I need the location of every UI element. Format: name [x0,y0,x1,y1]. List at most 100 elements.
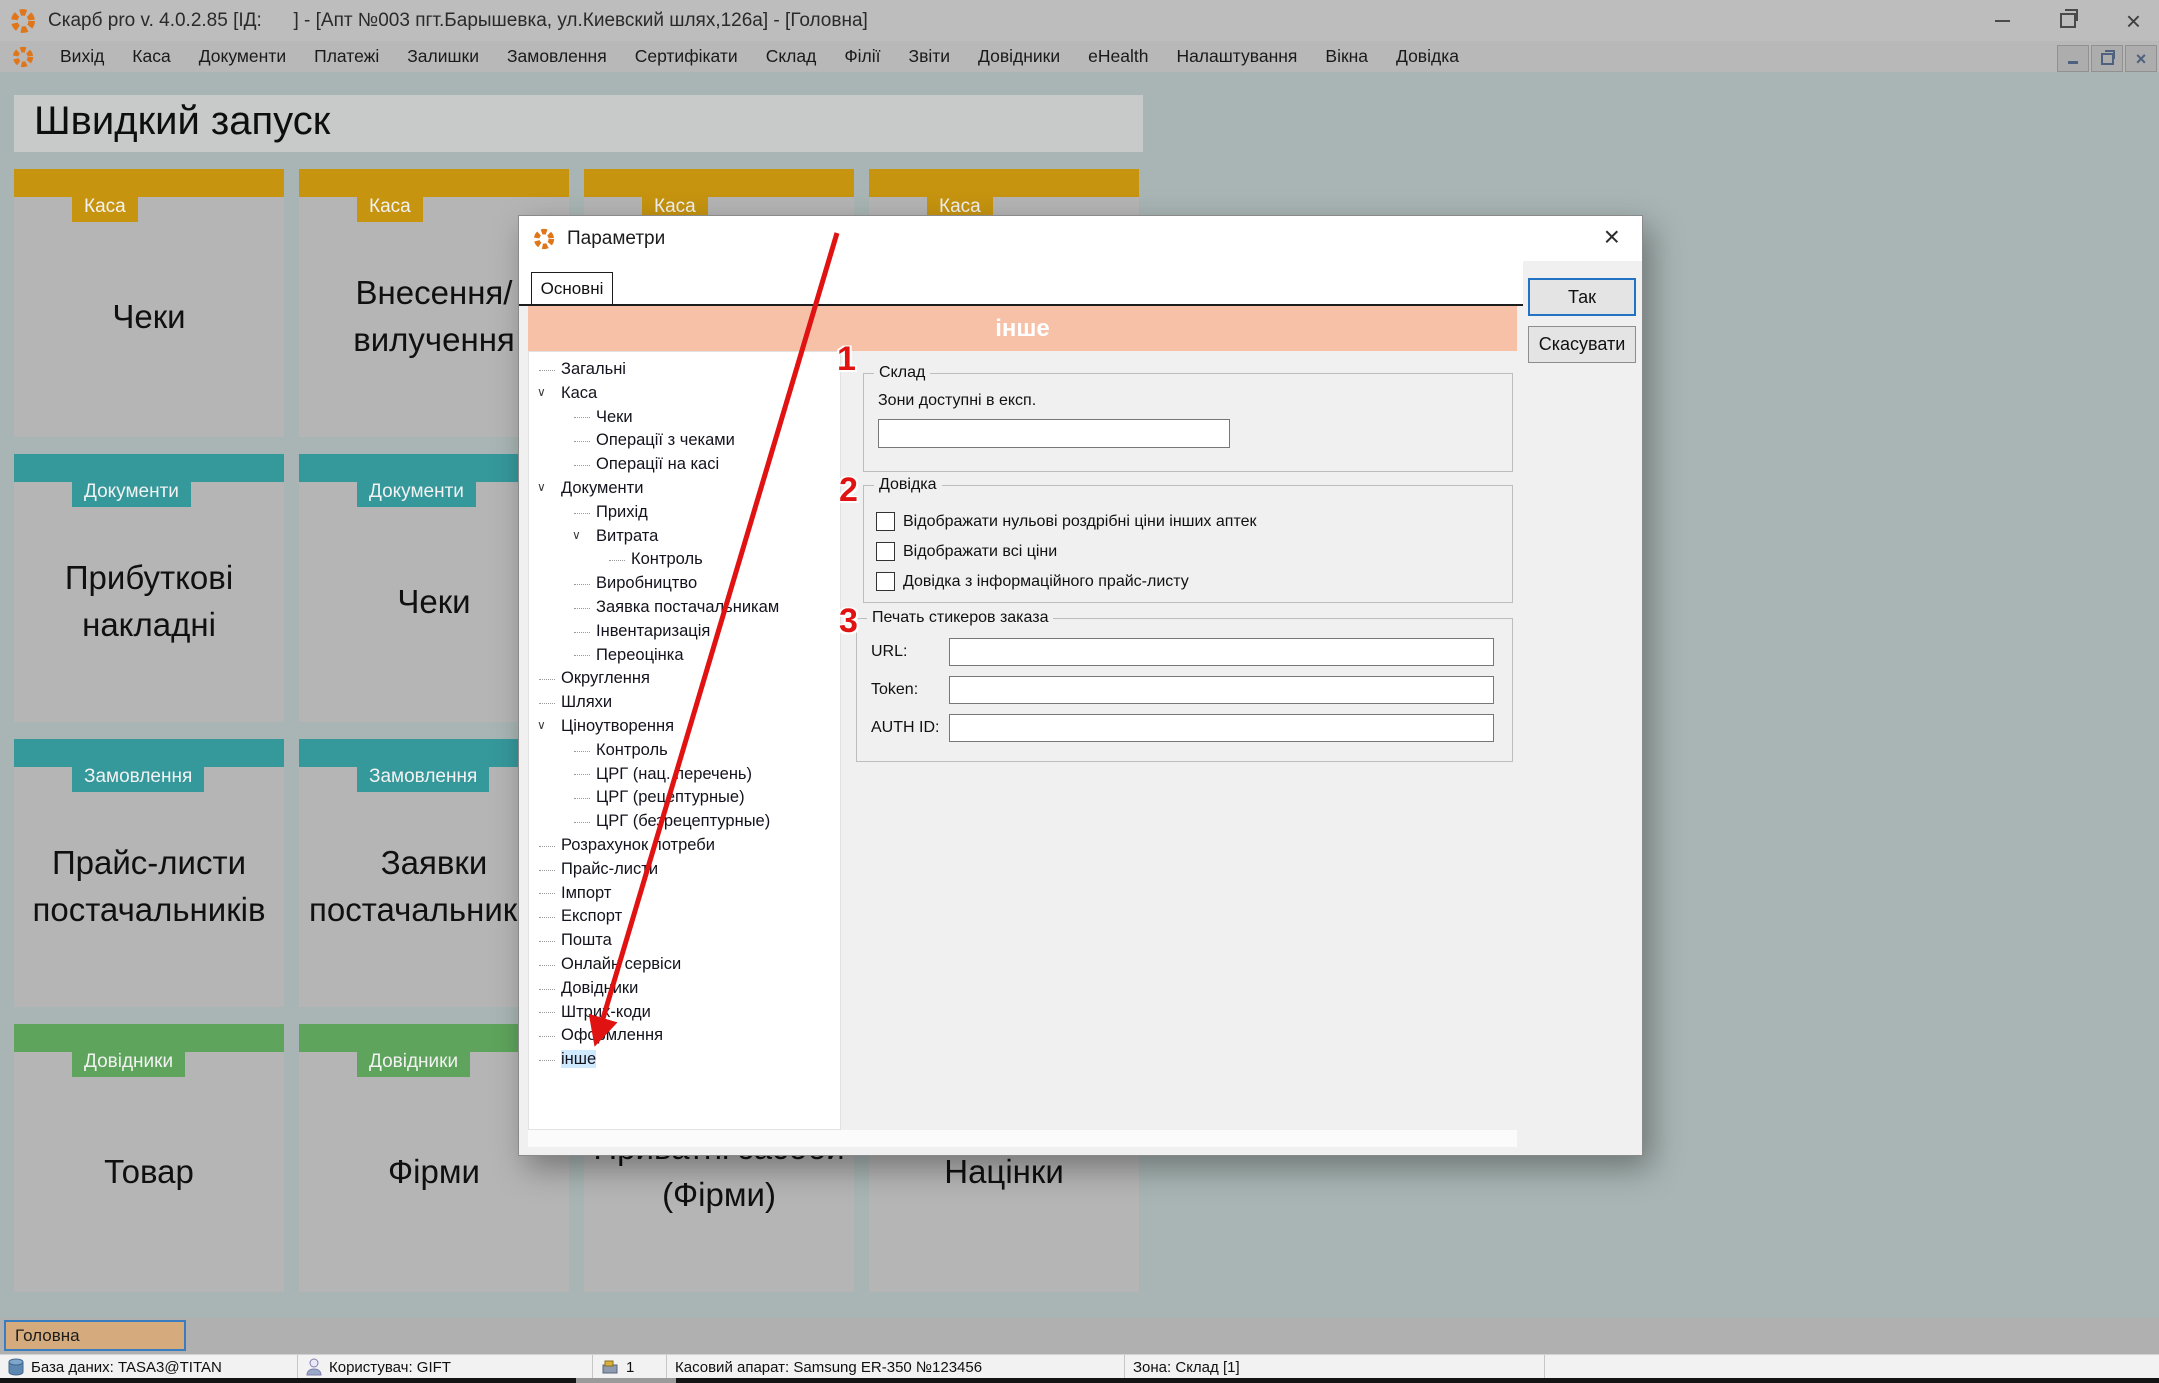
tree-item[interactable]: ∨ Онлайн сервіси [529,953,840,977]
tree-item[interactable]: ∨ Загальні [529,358,840,382]
close-icon[interactable]: × [2126,8,2141,34]
menu-item[interactable]: Замовлення [493,46,621,67]
tree-item[interactable]: ∨ Інвентаризація [529,620,840,644]
tree-item[interactable]: ∨ Виробництво [529,572,840,596]
menu-item[interactable]: Налаштування [1162,46,1311,67]
tree-item-label: Пошта [561,931,612,949]
tree-item[interactable]: ∨ Округлення [529,667,840,691]
restore-icon[interactable] [2060,13,2076,28]
field-row: AUTH ID: [871,713,1512,743]
mdi-minimize-button[interactable] [2057,45,2089,72]
checkbox[interactable] [876,572,895,591]
chevron-down-icon[interactable]: ∨ [537,381,546,405]
tree-item[interactable]: ∨ Імпорт [529,882,840,906]
checkbox-label: Відображати нульові роздрібні ціни інших… [903,513,1256,531]
quick-launch-tile[interactable]: Довідники Товар [14,1024,284,1292]
menu-item[interactable]: Сертифікати [621,46,752,67]
annotation-marker-1: 1 [837,340,856,379]
quick-launch-tile[interactable]: Каса Чеки [14,169,284,437]
quick-launch-tile[interactable]: Замовлення Прайс-листи постачальників [14,739,284,1007]
tree-connector [539,846,555,847]
tree-item[interactable]: ∨ Каса [529,382,840,406]
tree-item[interactable]: ∨ Чеки [529,406,840,430]
menu-item[interactable]: Вікна [1311,46,1382,67]
checkbox[interactable] [876,512,895,531]
dialog-titlebar[interactable]: Параметри × [519,216,1642,261]
tree-item[interactable]: ∨ Довідники [529,977,840,1001]
menu-item[interactable]: Вихід [46,46,118,67]
tree-item[interactable]: ∨ Контроль [529,739,840,763]
menu-item[interactable]: Звіти [895,46,965,67]
mdi-restore-button[interactable] [2091,45,2123,72]
tree-item[interactable]: ∨ Заявка постачальникам [529,596,840,620]
tree-item[interactable]: ∨ Прайс-листи [529,858,840,882]
tree-connector [539,893,555,894]
menu-item[interactable]: Довідка [1382,46,1473,67]
tree-item[interactable]: ∨ Документи [529,477,840,501]
menu-item[interactable]: Склад [752,46,831,67]
status-empty [1545,1355,2159,1379]
menu-item[interactable]: Філії [830,46,894,67]
menu-item[interactable]: Каса [118,46,184,67]
quick-launch-tile[interactable]: Документи Прибуткові накладні [14,454,284,722]
tree-item[interactable]: ∨ Ціноутворення [529,715,840,739]
tree-item[interactable]: ∨ Штрих-коди [529,1001,840,1025]
menu-item[interactable]: eHealth [1074,46,1162,67]
taskbar-edge [0,1378,2159,1383]
dialog-close-icon[interactable]: × [1604,222,1620,252]
checkbox-label: Відображати всі ціни [903,543,1057,561]
tree-item[interactable]: ∨ Операції на касі [529,453,840,477]
tree-item[interactable]: ∨ Контроль [529,548,840,572]
app-logo-icon [10,8,36,34]
menu-item[interactable]: Документи [185,46,300,67]
chevron-down-icon[interactable]: ∨ [572,524,581,548]
tree-item[interactable]: ∨ інше [529,1048,840,1072]
database-icon [8,1358,24,1376]
field-input[interactable] [949,638,1494,666]
tree-connector [574,608,590,609]
menubar: Вихід Каса Документи Платежі Залишки Зам… [0,41,2159,72]
tree-item[interactable]: ∨ Експорт [529,905,840,929]
tile-category-bar [584,169,854,197]
dialog-title: Параметри [567,228,665,250]
tree-item[interactable]: ∨ ЦРГ (безрецептурные) [529,810,840,834]
tree-item[interactable]: ∨ Витрата [529,525,840,549]
field-input[interactable] [949,676,1494,704]
ok-button[interactable]: Так [1528,278,1636,316]
tree-item[interactable]: ∨ Пошта [529,929,840,953]
tree-item[interactable]: ∨ ЦРГ (нац. перечень) [529,763,840,787]
chevron-down-icon[interactable]: ∨ [537,714,546,738]
page-tab-golovna[interactable]: Головна [4,1320,186,1351]
field-input[interactable] [949,714,1494,742]
tree-item[interactable]: ∨ Розрахунок потреби [529,834,840,858]
tab-osnovni[interactable]: Основні [531,272,613,304]
tree-item-label: ЦРГ (нац. перечень) [596,765,752,783]
status-text: База даних: TASA3@TITAN [31,1359,222,1376]
tree-item[interactable]: ∨ Операції з чеками [529,429,840,453]
menu-item[interactable]: Довідники [964,46,1074,67]
checkbox-row[interactable]: Відображати всі ціни [876,541,1512,562]
cancel-button[interactable]: Скасувати [1528,326,1636,363]
checkbox[interactable] [876,542,895,561]
tree-connector [539,965,555,966]
zones-input[interactable] [878,419,1230,448]
tree-item[interactable]: ∨ Шляхи [529,691,840,715]
tree-item[interactable]: ∨ Прихід [529,501,840,525]
tile-label: Товар [22,1052,276,1292]
tree-item-label: Заявка постачальникам [596,598,779,616]
menu-item[interactable]: Платежі [300,46,393,67]
tile-category-bar [14,739,284,767]
tree-item[interactable]: ∨ ЦРГ (рецептурные) [529,786,840,810]
status-text: Користувач: GIFT [329,1359,451,1376]
minimize-icon[interactable] [1995,20,2010,22]
menu-item[interactable]: Залишки [393,46,493,67]
tree-item-label: Витрата [596,527,658,545]
checkbox-row[interactable]: Довідка з інформаційного прайс-листу [876,571,1512,592]
mdi-close-button[interactable]: × [2125,45,2157,72]
chevron-down-icon[interactable]: ∨ [537,476,546,500]
tree-connector [574,417,590,418]
checkbox-row[interactable]: Відображати нульові роздрібні ціни інших… [876,511,1512,532]
tree-item[interactable]: ∨ Переоцінка [529,644,840,668]
main-titlebar[interactable]: Скарб pro v. 4.0.2.85 [ІД: ] - [Апт №003… [0,0,2159,41]
tree-item[interactable]: ∨ Оформлення [529,1024,840,1048]
